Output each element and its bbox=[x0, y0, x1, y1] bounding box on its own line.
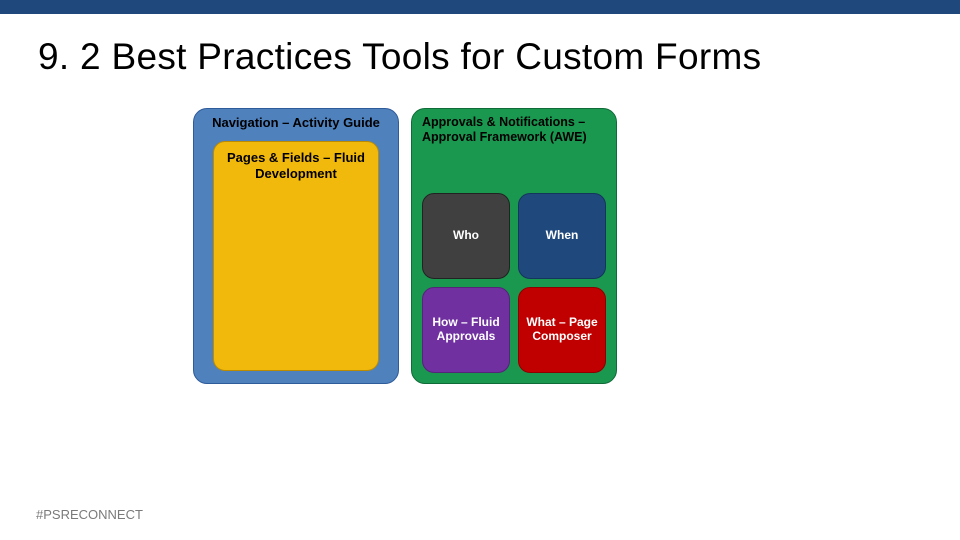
pages-fields-header: Pages & Fields – Fluid Development bbox=[226, 150, 366, 183]
cell-who: Who bbox=[422, 193, 510, 279]
pages-fields-box: Pages & Fields – Fluid Development bbox=[213, 141, 379, 371]
footer-hashtag: #PSRECONNECT bbox=[36, 507, 143, 522]
navigation-activity-guide-box: Navigation – Activity Guide Pages & Fiel… bbox=[193, 108, 399, 384]
top-accent-bar bbox=[0, 0, 960, 14]
cell-what: What – Page Composer bbox=[518, 287, 606, 373]
navigation-header: Navigation – Activity Guide bbox=[202, 115, 390, 130]
slide-title: 9. 2 Best Practices Tools for Custom For… bbox=[0, 14, 960, 78]
cell-how: How – Fluid Approvals bbox=[422, 287, 510, 373]
slide-content: Navigation – Activity Guide Pages & Fiel… bbox=[0, 78, 960, 488]
approvals-framework-box: Approvals & Notifications – Approval Fra… bbox=[411, 108, 617, 384]
approvals-header: Approvals & Notifications – Approval Fra… bbox=[422, 115, 606, 145]
cell-when: When bbox=[518, 193, 606, 279]
approvals-grid: Who When How – Fluid Approvals What – Pa… bbox=[422, 193, 606, 373]
